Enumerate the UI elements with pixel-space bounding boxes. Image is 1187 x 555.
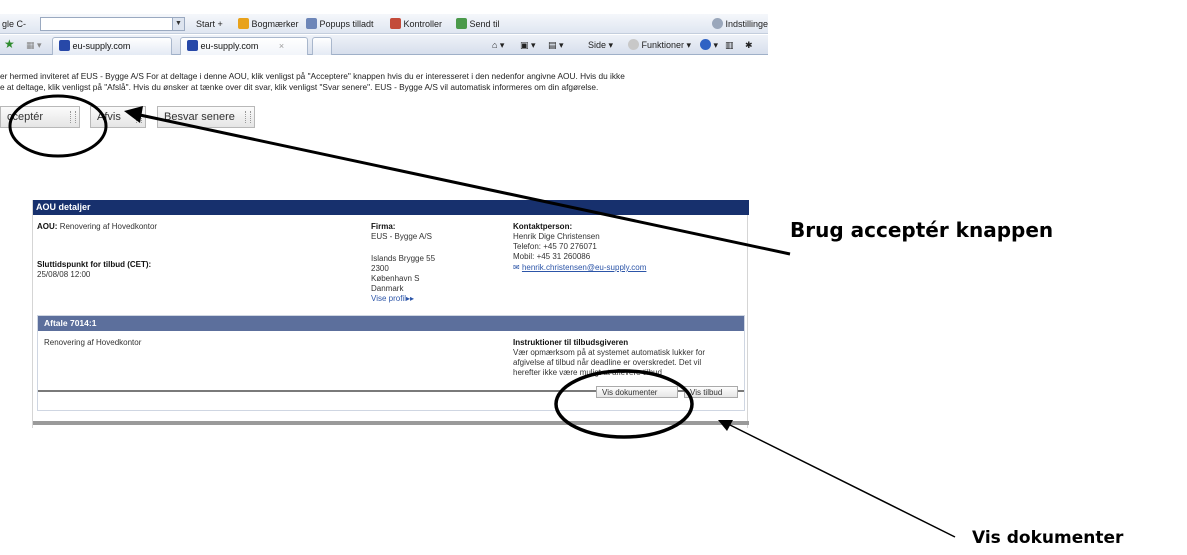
search-provider-label: gle C-: [2, 19, 27, 29]
favorites-star-icon[interactable]: ★: [4, 37, 15, 51]
settings-icon: [712, 18, 723, 29]
instructions-line-2: afgivelse af tilbud når deadline er over…: [513, 358, 702, 367]
view-documents-button[interactable]: Vis dokumenter: [596, 386, 678, 398]
screenshot: gle C- ▼ Start + Bogmærker Popups tillad…: [0, 0, 768, 555]
deadline-value: 25/08/08 12:00: [37, 270, 91, 279]
extension-icon[interactable]: ✱: [745, 38, 753, 52]
gear-icon: [628, 39, 639, 50]
view-profile-link[interactable]: Vise profil▸▸: [371, 294, 414, 304]
agreement-title: Aftale 7014:1: [38, 316, 744, 331]
site-favicon-icon: [59, 40, 70, 51]
star-icon: [238, 18, 249, 29]
accept-callout-text: Brug acceptér knappen: [790, 218, 1054, 242]
browser-tabbar: ★ ▦ ▾ eu-supply.com eu-supply.com × ⌂ ▾ …: [0, 35, 768, 55]
firm-address-4: Danmark: [371, 284, 404, 293]
research-icon[interactable]: ▥: [725, 38, 734, 52]
docs-callout-text: Vis dokumenter: [972, 528, 1124, 548]
aou-details-panel: AOU detaljer AOU: Renovering af Hovedkon…: [32, 200, 749, 428]
view-offer-button[interactable]: Vis tilbud: [684, 386, 738, 398]
panel-bottom-bar: [33, 421, 749, 425]
popup-icon: [306, 18, 317, 29]
double-chevron-right-icon: ▸▸: [405, 294, 415, 303]
firm-address-2: 2300: [371, 264, 389, 273]
deadline-label: Sluttidspunkt for tilbud (CET):: [37, 260, 152, 269]
invitation-text: er hermed inviteret af EUS - Bygge A/S F…: [0, 71, 625, 92]
chevron-down-icon[interactable]: ▼: [172, 18, 184, 30]
contact-email-row[interactable]: ✉ henrik.christensen@eu-supply.com: [513, 263, 646, 273]
firm-name: EUS - Bygge A/S: [371, 232, 432, 241]
toolbar-settings[interactable]: Indstillinger: [712, 17, 768, 31]
answer-later-button[interactable]: Besvar senere: [157, 106, 255, 128]
firm-address-1: Islands Brygge 55: [371, 254, 436, 263]
toolbar-send[interactable]: Send til: [456, 17, 500, 31]
decline-button[interactable]: Afvis: [90, 106, 146, 128]
accept-button[interactable]: cceptér: [0, 106, 80, 128]
print-icon[interactable]: ▤ ▾: [548, 38, 564, 52]
contact-name: Henrik Dige Christensen: [513, 232, 600, 241]
toolbar-check[interactable]: Kontroller: [390, 17, 442, 31]
instructions-label: Instruktioner til tilbudsgiveren: [513, 338, 629, 347]
close-icon[interactable]: ×: [279, 41, 284, 51]
instructions-line-1: Vær opmærksom på at systemet automatisk …: [513, 348, 706, 357]
tab-eu-supply-1[interactable]: eu-supply.com: [52, 37, 172, 55]
agreement-description: Renovering af Hovedkontor: [44, 338, 142, 347]
instructions-line-3: herefter ikke være muligt at aflevere ti…: [513, 368, 662, 377]
firm-label: Firma:: [371, 222, 396, 231]
contact-mobile: Mobil: +45 31 260086: [513, 252, 591, 261]
tab-grid-icon[interactable]: ▦ ▾: [26, 38, 42, 52]
firm-address-3: København S: [371, 274, 420, 283]
panel-title: AOU detaljer: [33, 200, 749, 215]
agreement-box: Aftale 7014:1 Renovering af Hovedkontor …: [37, 315, 745, 411]
site-favicon-icon: [187, 40, 198, 51]
contact-label: Kontaktperson:: [513, 222, 573, 231]
home-icon[interactable]: ⌂ ▾: [492, 38, 504, 52]
plus-icon: +: [217, 19, 223, 29]
envelope-icon: ✉: [513, 263, 520, 272]
aou-row: AOU: Renovering af Hovedkontor: [37, 222, 158, 231]
tab-eu-supply-2[interactable]: eu-supply.com ×: [180, 37, 308, 55]
browser-toolbar: gle C- ▼ Start + Bogmærker Popups tillad…: [0, 14, 768, 34]
help-icon[interactable]: ▾: [700, 38, 718, 52]
search-input[interactable]: ▼: [40, 17, 185, 31]
new-tab-button[interactable]: [312, 37, 332, 55]
toolbar-start[interactable]: Start +: [196, 17, 223, 31]
toolbar-bookmarks[interactable]: Bogmærker: [238, 17, 299, 31]
contact-phone: Telefon: +45 70 276071: [513, 242, 597, 251]
contact-email-link[interactable]: henrik.christensen@eu-supply.com: [522, 263, 646, 272]
feeds-icon[interactable]: ▣ ▾: [520, 38, 536, 52]
page-menu[interactable]: Side ▾: [588, 38, 613, 52]
toolbar-popups[interactable]: Popups tilladt: [306, 17, 374, 31]
tools-menu[interactable]: Funktioner ▾: [628, 38, 691, 52]
check-icon: [390, 18, 401, 29]
send-icon: [456, 18, 467, 29]
